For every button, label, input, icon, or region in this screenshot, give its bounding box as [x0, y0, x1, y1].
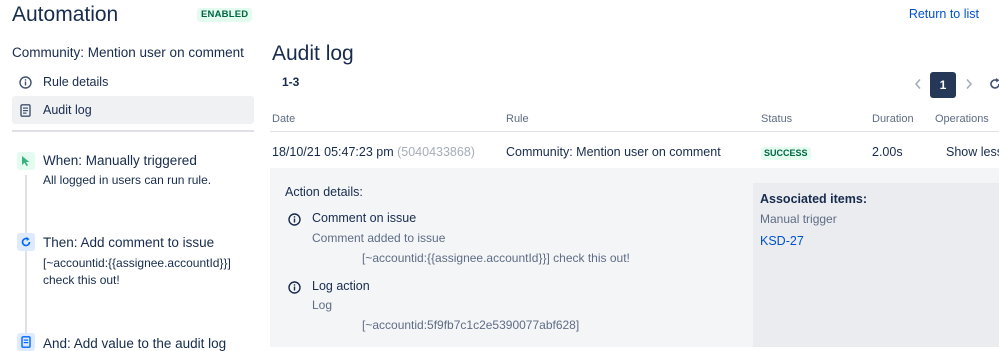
document-icon	[17, 333, 35, 351]
action-details-heading: Action details:	[285, 185, 363, 199]
step-action-title[interactable]: Then: Add comment to issue	[43, 235, 214, 250]
pagination-page-1[interactable]: 1	[930, 72, 956, 98]
info-icon	[288, 213, 301, 226]
cursor-icon	[17, 152, 35, 170]
action-comment-detail: [~accountid:{{assignee.accountId}}] chec…	[362, 251, 630, 265]
row-date: 18/10/21 05:47:23 pm (5040433868)	[272, 145, 475, 159]
step-action-line-2: check this out!	[43, 273, 120, 287]
column-header-operations: Operations	[935, 113, 989, 125]
pagination-prev-button[interactable]	[905, 72, 931, 98]
associated-items-panel	[753, 183, 999, 347]
row-date-value: 18/10/21 05:47:23 pm	[272, 145, 394, 159]
pagination-next-button[interactable]	[956, 72, 982, 98]
column-header-date: Date	[272, 113, 296, 125]
document-icon	[18, 103, 32, 117]
row-rule-name: Community: Mention user on comment	[506, 145, 721, 159]
refresh-icon	[988, 77, 999, 94]
row-execution-id: (5040433868)	[397, 145, 475, 159]
chevron-left-icon	[914, 78, 922, 93]
column-header-status: Status	[761, 113, 793, 125]
issue-link-ksd-27[interactable]: KSD-27	[760, 234, 804, 248]
sidebar-item-label: Rule details	[43, 75, 109, 89]
steps-connector-line	[25, 175, 27, 347]
action-comment-title: Comment on issue	[312, 211, 417, 225]
associated-items-heading: Associated items:	[760, 192, 867, 206]
return-to-list-link[interactable]: Return to list	[909, 7, 979, 21]
table-header-divider	[270, 131, 999, 132]
sidebar-item-label: Audit log	[43, 103, 92, 117]
status-badge: SUCCESS	[761, 147, 811, 160]
step-log-title[interactable]: And: Add value to the audit log	[43, 336, 226, 351]
row-duration: 2.00s	[872, 145, 903, 159]
step-trigger-description: All logged in users can run rule.	[43, 173, 212, 187]
result-range: 1-3	[282, 75, 300, 89]
step-trigger-title[interactable]: When: Manually triggered	[43, 153, 197, 168]
step-action-line-1: [~accountid:{{assignee.accountId}}]	[43, 256, 231, 270]
action-log-detail: [~accountid:5f9fb7c1c2e5390077abf628]	[362, 318, 580, 332]
action-comment-subtitle: Comment added to issue	[312, 231, 446, 245]
column-header-duration: Duration	[872, 113, 914, 125]
action-log-title: Log action	[312, 279, 370, 293]
refresh-icon	[17, 233, 35, 251]
info-icon	[288, 281, 301, 294]
refresh-button[interactable]	[988, 72, 999, 98]
sidebar-divider	[12, 130, 254, 132]
enabled-badge: ENABLED	[197, 8, 253, 22]
show-less-link[interactable]: Show less	[946, 145, 999, 159]
rule-name-heading: Community: Mention user on comment	[12, 45, 244, 60]
sidebar-item-rule-details[interactable]: Rule details	[12, 68, 254, 96]
sidebar-item-audit-log[interactable]: Audit log	[12, 96, 254, 124]
chevron-right-icon	[965, 78, 973, 93]
info-icon	[18, 75, 32, 89]
column-header-rule: Rule	[506, 113, 529, 125]
associated-trigger: Manual trigger	[760, 212, 837, 226]
page-title: Audit log	[272, 42, 354, 65]
action-log-subtitle: Log	[312, 298, 333, 312]
app-title: Automation	[12, 3, 119, 26]
